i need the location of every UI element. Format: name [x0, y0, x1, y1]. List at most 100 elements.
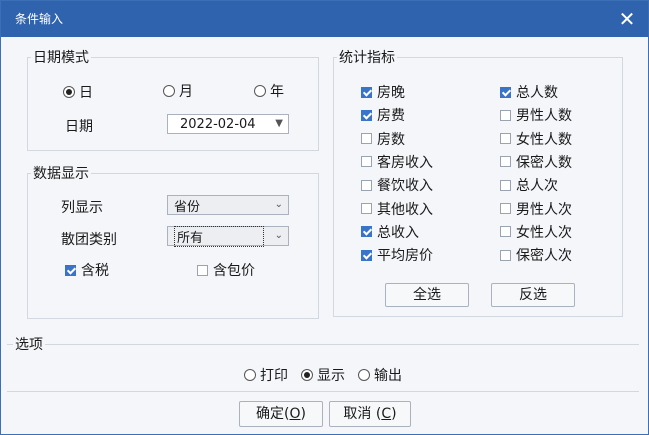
stat-checkbox[interactable]: 房晚	[361, 82, 405, 102]
include-package-label: 含包价	[213, 263, 255, 279]
column-display-value: 省份	[174, 199, 201, 215]
ok-button-close: )	[300, 406, 306, 422]
stat-check-indicator	[500, 179, 511, 191]
group-type-label: 散团类别	[61, 232, 117, 248]
radio-day-indicator	[63, 86, 75, 98]
include-package-check-indicator	[197, 264, 208, 276]
radio-export-indicator	[358, 369, 370, 381]
stat-checkbox[interactable]: 总人次	[500, 175, 558, 195]
column-display-label: 列显示	[61, 200, 103, 216]
radio-display-indicator	[301, 369, 313, 381]
stat-checkbox[interactable]: 其他收入	[361, 199, 433, 219]
stat-checkbox-label: 总收入	[377, 224, 419, 241]
window-title: 条件输入	[15, 12, 64, 26]
stat-checkbox[interactable]: 总人数	[500, 82, 558, 102]
cancel-button-key: C	[381, 406, 392, 422]
stat-checkbox[interactable]: 客房收入	[361, 152, 433, 172]
date-mode-title: 日期模式	[31, 47, 91, 67]
stat-check-indicator	[500, 133, 511, 145]
stat-checkbox[interactable]: 女性人次	[500, 222, 572, 242]
stat-checkbox[interactable]: 保密人次	[500, 245, 572, 265]
radio-print-indicator	[244, 369, 256, 381]
group-type-select[interactable]: 所有 ⌄	[167, 225, 289, 247]
stat-checkbox-label: 男性人次	[516, 201, 572, 218]
stat-checkbox-label: 其他收入	[377, 201, 433, 218]
stat-checkbox-label: 女性人数	[516, 131, 572, 148]
stat-check-indicator	[361, 133, 372, 145]
radio-month[interactable]: 月	[163, 81, 193, 101]
stat-checkbox-label: 总人次	[516, 178, 558, 195]
stat-check-indicator	[361, 179, 372, 191]
radio-year-indicator	[254, 85, 266, 97]
radio-print[interactable]: 打印	[244, 365, 288, 385]
stat-checkbox-label: 平均房价	[377, 248, 433, 265]
include-tax-check-indicator	[65, 264, 76, 276]
stat-checkbox[interactable]: 总收入	[361, 222, 419, 242]
stat-checkbox-label: 保密人数	[516, 154, 572, 171]
stat-checkbox[interactable]: 平均房价	[361, 245, 433, 265]
ok-button[interactable]: 确定(O)	[239, 401, 323, 427]
stat-check-indicator	[500, 226, 511, 238]
close-icon[interactable]: ✕	[616, 8, 638, 30]
stat-checkbox-label: 女性人次	[516, 224, 572, 241]
group-type-value: 所有	[174, 225, 265, 247]
chevron-down-icon: ⌄	[274, 230, 283, 241]
radio-export-label: 输出	[374, 368, 402, 384]
stat-check-indicator	[361, 249, 372, 261]
stat-checkbox[interactable]: 餐饮收入	[361, 175, 433, 195]
stat-checkbox-label: 总人数	[516, 85, 558, 101]
stat-checkbox[interactable]: 男性人次	[500, 199, 572, 219]
stat-checkbox-label: 房晚	[377, 85, 405, 101]
ok-button-label: 确定(	[256, 406, 290, 422]
stat-check-indicator	[361, 156, 372, 168]
radio-display[interactable]: 显示	[301, 365, 345, 385]
stat-checkbox-label: 餐饮收入	[377, 178, 433, 195]
invert-selection-button[interactable]: 反选	[491, 283, 575, 307]
radio-year-label: 年	[270, 84, 284, 100]
radio-year[interactable]: 年	[254, 81, 284, 101]
stat-checkbox[interactable]: 房数	[361, 129, 405, 149]
cancel-button-label: 取消 (	[343, 406, 382, 422]
stat-checkbox-label: 房费	[377, 108, 405, 125]
stat-check-indicator	[361, 86, 372, 98]
stat-check-indicator	[361, 109, 372, 121]
date-picker[interactable]: 2022-02-04 ▼	[167, 114, 289, 134]
ok-button-key: O	[289, 406, 301, 422]
stat-checkbox-label: 男性人数	[516, 108, 572, 125]
stat-check-indicator	[500, 203, 511, 214]
stat-checkbox[interactable]: 保密人数	[500, 152, 572, 172]
stat-check-indicator	[500, 109, 511, 121]
include-tax-checkbox[interactable]: 含税	[65, 260, 109, 280]
stat-checkbox[interactable]: 女性人数	[500, 129, 572, 149]
include-package-checkbox[interactable]: 含包价	[197, 260, 255, 280]
select-all-button[interactable]: 全选	[385, 283, 469, 307]
stat-checkbox-label: 房数	[377, 131, 405, 148]
cancel-button-close: )	[391, 406, 397, 422]
data-display-title: 数据显示	[31, 163, 91, 183]
dialog-window: 条件输入 ✕ 日期模式 日 月 年 日期 2022-02-04 ▼ 数据显示 列…	[0, 0, 649, 435]
stat-check-indicator	[361, 226, 372, 238]
radio-month-indicator	[163, 85, 175, 97]
stats-title: 统计指标	[337, 47, 397, 67]
radio-day[interactable]: 日	[63, 82, 93, 102]
stat-check-indicator	[500, 86, 511, 98]
stat-checkbox[interactable]: 男性人数	[500, 105, 572, 125]
title-bar[interactable]: 条件输入 ✕	[1, 1, 648, 37]
dropdown-arrow-icon: ▼	[275, 118, 283, 129]
cancel-button[interactable]: 取消 (C)	[329, 401, 411, 427]
stat-checkbox[interactable]: 房费	[361, 105, 405, 125]
stat-checkbox-label: 保密人次	[516, 248, 572, 265]
stat-check-indicator	[500, 249, 511, 261]
radio-print-label: 打印	[260, 368, 288, 384]
date-label: 日期	[65, 119, 93, 135]
stat-check-indicator	[500, 156, 511, 168]
chevron-down-icon: ⌄	[274, 199, 283, 210]
radio-day-label: 日	[79, 85, 93, 101]
radio-export[interactable]: 输出	[358, 365, 402, 385]
include-tax-label: 含税	[81, 263, 109, 279]
date-value: 2022-02-04	[180, 116, 256, 132]
column-display-select[interactable]: 省份 ⌄	[167, 195, 289, 215]
stat-check-indicator	[361, 203, 372, 214]
date-mode-group	[27, 57, 319, 151]
radio-month-label: 月	[179, 84, 193, 100]
